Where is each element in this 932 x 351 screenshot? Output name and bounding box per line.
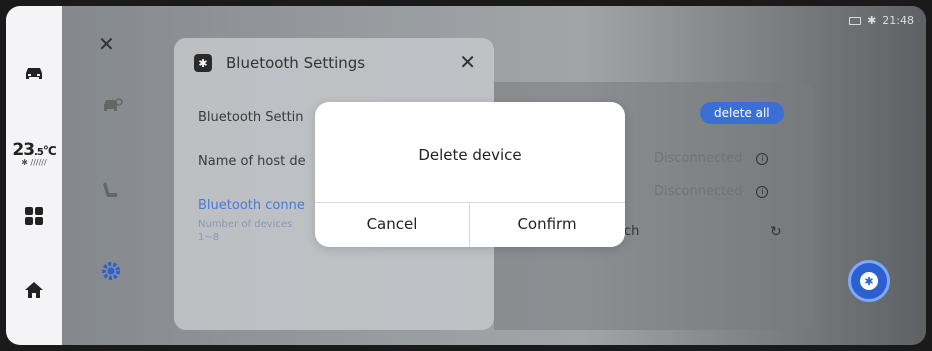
gear-icon[interactable]: [100, 260, 122, 286]
apps-grid-icon[interactable]: [6, 204, 62, 228]
panel-title: Bluetooth Settings: [226, 54, 366, 72]
clock: 21:48: [882, 14, 914, 27]
seat-icon[interactable]: [100, 180, 122, 206]
close-icon[interactable]: ✕: [98, 32, 115, 56]
device-row-1[interactable]: Disconnected i: [654, 151, 769, 166]
search-row-label: ch: [624, 224, 640, 239]
temp-unit: °C: [42, 144, 57, 158]
devices-note: Number of devices: [198, 219, 293, 230]
cancel-button[interactable]: Cancel: [315, 202, 469, 247]
device-status: Disconnected: [654, 151, 743, 166]
refresh-icon[interactable]: ↻: [770, 224, 782, 240]
car-icon[interactable]: [6, 62, 62, 86]
info-icon[interactable]: i: [756, 152, 769, 165]
temp-sub: .5: [34, 147, 44, 158]
vehicle-settings-icon[interactable]: [100, 96, 124, 120]
devices-range: 1~8: [198, 232, 220, 243]
left-rail: 23.5°C ✱ //////: [6, 6, 62, 345]
device-status: Disconnected: [654, 184, 743, 199]
bluetooth-icon: ✱: [194, 54, 212, 72]
climate-temperature[interactable]: 23.5°C ✱ //////: [6, 140, 62, 167]
delete-all-button[interactable]: delete all: [700, 102, 784, 124]
battery-icon: [849, 16, 862, 25]
device-row-2[interactable]: Disconnected i: [654, 184, 769, 199]
bluetooth-setting-row[interactable]: Bluetooth Settin: [198, 110, 304, 125]
panel-close-icon[interactable]: ✕: [459, 50, 476, 74]
host-name-row[interactable]: Name of host de: [198, 154, 306, 169]
delete-device-dialog: Delete device Cancel Confirm: [315, 102, 625, 247]
bluetooth-icon: ✱: [860, 272, 878, 290]
temp-main: 23: [12, 140, 35, 160]
dialog-title: Delete device: [418, 146, 522, 164]
info-icon[interactable]: i: [756, 185, 769, 198]
status-bar: ✱ 21:48: [849, 14, 914, 27]
bluetooth-connections-row[interactable]: Bluetooth conne: [198, 198, 305, 213]
home-icon[interactable]: [6, 278, 62, 302]
bluetooth-status-icon: ✱: [867, 14, 877, 27]
confirm-button[interactable]: Confirm: [470, 202, 624, 247]
panel-header: ✱ Bluetooth Settings: [194, 54, 365, 72]
bluetooth-floating-button[interactable]: ✱: [848, 260, 890, 302]
